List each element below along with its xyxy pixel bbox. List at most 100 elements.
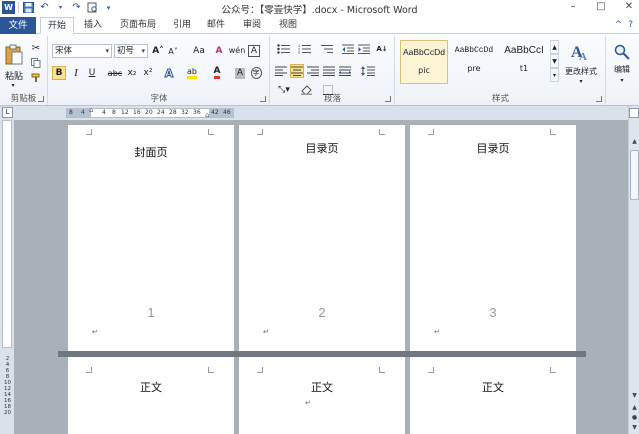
page-toc-1[interactable]: 目录页 2 ↵ <box>239 125 405 351</box>
paragraph-group-label: 段落 <box>323 94 341 104</box>
align-right-icon[interactable] <box>306 64 320 78</box>
vertical-scrollbar[interactable]: ▲ ▼ ▲ ● ▼ <box>628 106 639 434</box>
styles-scroll-up-icon[interactable]: ▲ <box>550 40 559 54</box>
styles-scroll-down-icon[interactable]: ▼ <box>550 54 559 68</box>
browse-object-icon[interactable]: ● <box>630 414 639 423</box>
font-name-select[interactable]: 宋体 ▾ <box>52 44 112 58</box>
change-case-button[interactable]: Aa <box>190 44 208 58</box>
text-effects-button[interactable]: A <box>161 66 177 80</box>
highlight-button[interactable]: ab <box>183 66 201 80</box>
style-name: pre <box>467 64 481 73</box>
page-cover[interactable]: 封面页 1 ↵ <box>68 125 234 351</box>
character-shading-button[interactable]: A <box>233 66 247 80</box>
justify-icon[interactable] <box>322 64 336 78</box>
style-t1[interactable]: AaBbCcI t1 <box>500 40 548 84</box>
bold-button[interactable]: B <box>52 66 66 80</box>
strikethrough-button[interactable]: abc <box>107 66 123 80</box>
styles-group-label: 样式 <box>491 94 509 104</box>
page-title: 目录页 <box>305 142 339 155</box>
editing-dropdown-icon[interactable]: ▾ <box>617 76 627 84</box>
shrink-font-button[interactable]: A˅ <box>166 44 180 58</box>
tab-selector[interactable]: L <box>2 107 13 118</box>
margin-corner <box>86 367 92 373</box>
tab-review[interactable]: 审阅 <box>238 17 266 34</box>
next-page-icon[interactable]: ▼ <box>630 424 639 433</box>
clipboard-launcher-icon[interactable] <box>38 96 44 102</box>
bullets-icon[interactable] <box>274 42 294 56</box>
tab-references[interactable]: 引用 <box>168 17 196 34</box>
tab-view[interactable]: 视图 <box>274 17 302 34</box>
maximize-button[interactable]: □ <box>595 1 607 12</box>
underline-button[interactable]: U <box>85 66 99 80</box>
ruler-tick: 28 <box>169 109 177 116</box>
font-size-select[interactable]: 初号 ▾ <box>114 44 148 58</box>
change-styles-button[interactable]: 更改样式 <box>562 66 600 76</box>
align-left-icon[interactable] <box>274 64 288 78</box>
ruler-tick: 32 <box>181 109 189 116</box>
paragraph-launcher-icon[interactable] <box>385 96 391 102</box>
format-painter-icon[interactable] <box>30 72 42 84</box>
tab-page-layout[interactable]: 页面布局 <box>114 17 162 34</box>
scroll-thumb[interactable] <box>630 150 639 200</box>
page-toc-2[interactable]: 目录页 3 ↵ <box>410 125 576 351</box>
font-launcher-icon[interactable] <box>260 96 266 102</box>
horizontal-ruler[interactable]: 8 4 4 8 12 16 20 24 28 32 36 42 46 ⌂ ⌂ <box>66 106 234 119</box>
style-sample: AaBbCcDd <box>402 47 446 57</box>
phonetic-guide-button[interactable]: wén <box>229 42 246 58</box>
scroll-up-icon[interactable]: ▲ <box>630 138 639 148</box>
copy-icon[interactable] <box>30 57 42 69</box>
decrease-indent-icon[interactable] <box>341 42 355 56</box>
minimize-button[interactable]: – <box>567 1 579 12</box>
multilevel-list-icon[interactable] <box>317 42 337 56</box>
grow-font-button[interactable]: A˄ <box>151 44 165 58</box>
margin-corner <box>550 367 556 373</box>
superscript-button[interactable]: x² <box>141 66 155 80</box>
align-center-icon[interactable] <box>290 64 304 78</box>
vertical-ruler[interactable]: 2 4 6 8 10 12 14 16 18 20 <box>0 120 14 434</box>
editing-button[interactable]: 编辑 <box>607 64 637 74</box>
paragraph-group: 123 A↓ ⤡▾ 段落 <box>271 36 395 105</box>
enclose-characters-button[interactable]: 字 <box>249 66 263 80</box>
paste-button[interactable] <box>3 40 25 70</box>
paste-label[interactable]: 粘贴 <box>2 70 26 82</box>
ruler-tick: 4 <box>102 109 106 116</box>
tab-file[interactable]: 文件 <box>0 17 36 34</box>
paste-dropdown-icon[interactable]: ▾ <box>8 81 18 89</box>
tab-mailings[interactable]: 邮件 <box>202 17 230 34</box>
styles-more-icon[interactable]: ▾ <box>550 68 559 82</box>
margin-corner <box>86 129 92 135</box>
page-body-1[interactable]: 正文 <box>68 357 234 434</box>
minimize-ribbon-icon[interactable]: ^ <box>615 20 623 30</box>
character-border-button[interactable]: A <box>247 44 261 58</box>
subscript-button[interactable]: x₂ <box>125 66 139 80</box>
change-styles-dropdown-icon[interactable]: ▾ <box>576 77 586 85</box>
close-button[interactable]: ✕ <box>623 1 635 12</box>
tab-home[interactable]: 开始 <box>40 17 74 34</box>
page-body-3[interactable]: 正文 <box>410 357 576 434</box>
tab-insert[interactable]: 插入 <box>78 17 108 34</box>
numbering-icon[interactable]: 123 <box>295 42 315 56</box>
clear-formatting-button[interactable]: A <box>212 44 226 58</box>
find-icon[interactable] <box>611 42 633 62</box>
font-color-button[interactable]: A <box>209 66 225 80</box>
line-spacing-icon[interactable] <box>359 64 377 78</box>
increase-indent-icon[interactable] <box>357 42 371 56</box>
help-icon[interactable]: ? <box>628 20 633 30</box>
ruler-tick: 46 <box>223 109 231 116</box>
style-pic[interactable]: AaBbCcDd pic <box>400 40 448 84</box>
styles-launcher-icon[interactable] <box>596 96 602 102</box>
change-styles-icon[interactable]: AA <box>566 40 596 64</box>
style-pre[interactable]: AaBbCcDd pre <box>450 40 498 84</box>
ruler-row: L 8 4 4 8 12 16 20 24 28 32 36 42 46 ⌂ ⌂ <box>0 106 639 120</box>
page-body-2[interactable]: 正文 ↵ <box>239 357 405 434</box>
indent-marker-icon[interactable]: ⌂ <box>89 106 93 114</box>
scroll-down-icon[interactable]: ▼ <box>630 392 639 401</box>
previous-page-icon[interactable]: ▲ <box>630 404 639 413</box>
italic-button[interactable]: I <box>69 66 83 80</box>
distributed-icon[interactable] <box>338 64 352 78</box>
right-indent-marker-icon[interactable]: ⌂ <box>205 111 209 119</box>
ruler-tick: 24 <box>157 109 165 116</box>
sort-icon[interactable]: A↓ <box>374 42 390 56</box>
view-ruler-icon[interactable] <box>629 108 639 118</box>
cut-icon[interactable]: ✂ <box>30 42 42 54</box>
